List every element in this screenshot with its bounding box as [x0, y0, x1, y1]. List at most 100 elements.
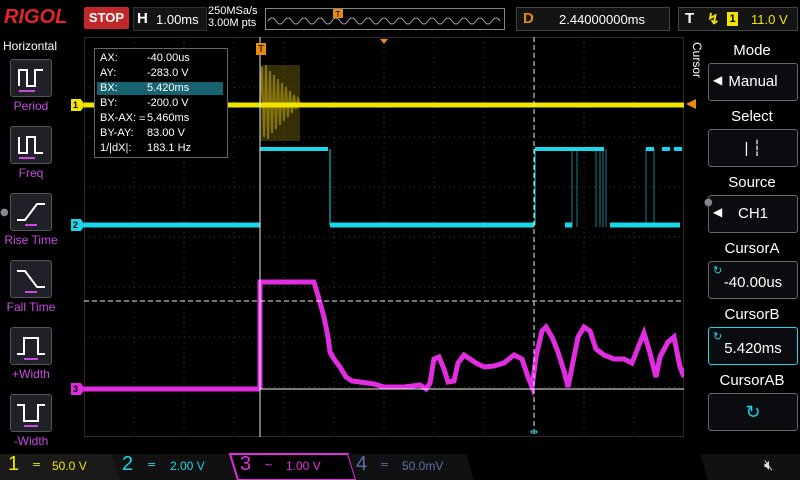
- freq-label: Freq: [18, 166, 44, 180]
- memory-waveform-icon: T: [267, 9, 501, 25]
- readout-value: -200.0 V: [147, 97, 189, 109]
- readout-key: BX:: [100, 82, 118, 94]
- cursor-b-softkey[interactable]: ↻ 5.420ms: [708, 327, 798, 365]
- left-page-dot-icon: ●: [0, 207, 9, 218]
- readout-key: AX:: [100, 52, 118, 64]
- select-value: | ┆: [744, 140, 762, 157]
- timebase-value: 1.00ms: [156, 12, 199, 27]
- rise-time-icon: [17, 203, 45, 226]
- cursor-b-drag-icon: ↔: [530, 427, 538, 437]
- period-measure-icon: [18, 69, 43, 92]
- sidebar-title: Horizontal: [2, 39, 58, 53]
- knob-rotate-icon: ↻: [745, 402, 761, 422]
- negative-width-icon: [17, 404, 45, 427]
- ch3-offset-marker[interactable]: 3: [71, 383, 85, 395]
- delay-value: 2.44000000ms: [559, 12, 646, 27]
- ch1-scale: 50.0 V: [52, 459, 87, 473]
- source-value: CH1: [737, 205, 768, 222]
- readout-value: 5.420ms: [147, 82, 190, 94]
- timebase-indicator[interactable]: H 1.00ms: [133, 7, 207, 31]
- frequency-measure-icon: [18, 136, 43, 159]
- select-softkey[interactable]: | ┆: [708, 129, 798, 167]
- readout-value: -283.0 V: [147, 67, 189, 79]
- trigger-marker-letter: T: [258, 44, 264, 55]
- fall-time-icon: [17, 270, 45, 293]
- trigger-edge-icon: ↯: [707, 11, 720, 28]
- readout-key: AY:: [100, 67, 117, 79]
- trigger-source: 1: [727, 12, 738, 26]
- readout-eq: =: [139, 113, 146, 125]
- ch2-number[interactable]: 2: [122, 453, 133, 476]
- readout-value: 183.1 Hz: [147, 142, 192, 154]
- readout-key: BX-AX:: [100, 112, 137, 124]
- ch2-scale: 2.00 V: [170, 459, 205, 473]
- positive-width-icon: [17, 337, 45, 360]
- ch3-coupling: ~: [264, 458, 274, 471]
- readout-key: BY:: [100, 97, 118, 109]
- cursor-menu: Mode ◀ Manual Select | ┆ Source ◀ CH1 Cu…: [704, 37, 800, 450]
- cursor-b-value: 5.420ms: [724, 340, 782, 357]
- ch3-scale: 1.00 V: [286, 459, 321, 473]
- cursor-readout-panel: AX: = -40.00us AY: -283.0 V BX: 5.420ms …: [94, 48, 228, 158]
- minimap-trigger-letter: T: [336, 10, 341, 19]
- trigger-letter: T: [685, 10, 695, 27]
- timebase-letter: H: [137, 10, 148, 27]
- memory-overview-bar[interactable]: T: [265, 8, 505, 30]
- channel-tabs-bg: [0, 453, 800, 480]
- mode-header: Mode: [733, 42, 771, 59]
- menu-page-dot-icon: ●: [704, 197, 713, 208]
- trigger-level: 11.0 V: [751, 12, 788, 27]
- trigger-position-marker: T: [256, 43, 266, 55]
- speaker-muted-icon[interactable]: 🔇︎: [764, 456, 773, 474]
- select-header: Select: [731, 108, 773, 125]
- mode-value: Manual: [728, 73, 778, 90]
- ch4-scale: 50.0mV: [402, 459, 444, 473]
- channel-status-bar: 1 = 50.0 V 2 = 2.00 V 3 ~ 1.00 V 4 = 50.…: [0, 450, 800, 480]
- sample-info: 250MSa/s 3.00M pts: [208, 5, 258, 29]
- readout-value: -40.00us: [147, 52, 190, 64]
- cursor-b-header: CursorB: [724, 306, 780, 323]
- brand-logo: RIGOL: [4, 6, 68, 28]
- ch2-offset-marker[interactable]: 2: [71, 219, 85, 231]
- measure-sidebar: Horizontal Period Freq Rise Time Fall Ti…: [0, 37, 60, 450]
- delay-indicator[interactable]: D 2.44000000ms: [516, 7, 670, 31]
- cursor-a-header: CursorA: [724, 240, 780, 257]
- readout-value: 83.00 V: [147, 127, 185, 139]
- period-button[interactable]: [10, 59, 52, 97]
- source-header: Source: [728, 174, 776, 191]
- positive-width-button[interactable]: [10, 327, 52, 365]
- readout-value: 5.460ms: [147, 112, 190, 124]
- fall-time-label: Fall Time: [6, 300, 56, 314]
- ch2-coupling: =: [147, 458, 157, 471]
- delay-letter: D: [523, 10, 534, 27]
- ch1-offset-marker[interactable]: 1: [71, 99, 85, 111]
- negative-width-label: -Width: [13, 434, 49, 448]
- ch3-number[interactable]: 3: [240, 453, 251, 476]
- ch1-coupling: =: [32, 458, 42, 471]
- top-status-bar: RIGOL STOP H 1.00ms 250MSa/s 3.00M pts T…: [0, 0, 800, 36]
- sample-rate: 250MSa/s: [208, 5, 258, 17]
- cursor-a-softkey[interactable]: ↻ -40.00us: [708, 261, 798, 299]
- ch4-coupling: =: [380, 458, 390, 471]
- positive-width-label: +Width: [12, 367, 50, 381]
- fall-time-button[interactable]: [10, 260, 52, 298]
- cursor-ab-softkey[interactable]: ↻: [708, 393, 798, 431]
- trigger-indicator[interactable]: T ↯ 1 11.0 V: [678, 7, 798, 31]
- rise-time-button[interactable]: [10, 193, 52, 231]
- run-stop-button[interactable]: STOP: [84, 7, 129, 29]
- freq-button[interactable]: [10, 126, 52, 164]
- right-menu-title: Cursor: [690, 42, 704, 79]
- negative-width-button[interactable]: [10, 394, 52, 432]
- cursor-ab-header: CursorAB: [719, 372, 785, 389]
- trigger-level-marker[interactable]: [686, 99, 696, 109]
- period-label: Period: [13, 99, 49, 113]
- readout-key: 1/|dX|:: [100, 142, 132, 154]
- cursor-a-value: -40.00us: [723, 274, 783, 291]
- rise-time-label: Rise Time: [4, 233, 58, 247]
- ch1-number[interactable]: 1: [8, 453, 19, 476]
- memory-depth: 3.00M pts: [208, 17, 257, 29]
- readout-key: BY-AY:: [100, 127, 134, 139]
- mode-softkey[interactable]: ◀ Manual: [708, 63, 798, 101]
- source-softkey[interactable]: ◀ CH1: [708, 195, 798, 233]
- ch4-number[interactable]: 4: [356, 453, 367, 476]
